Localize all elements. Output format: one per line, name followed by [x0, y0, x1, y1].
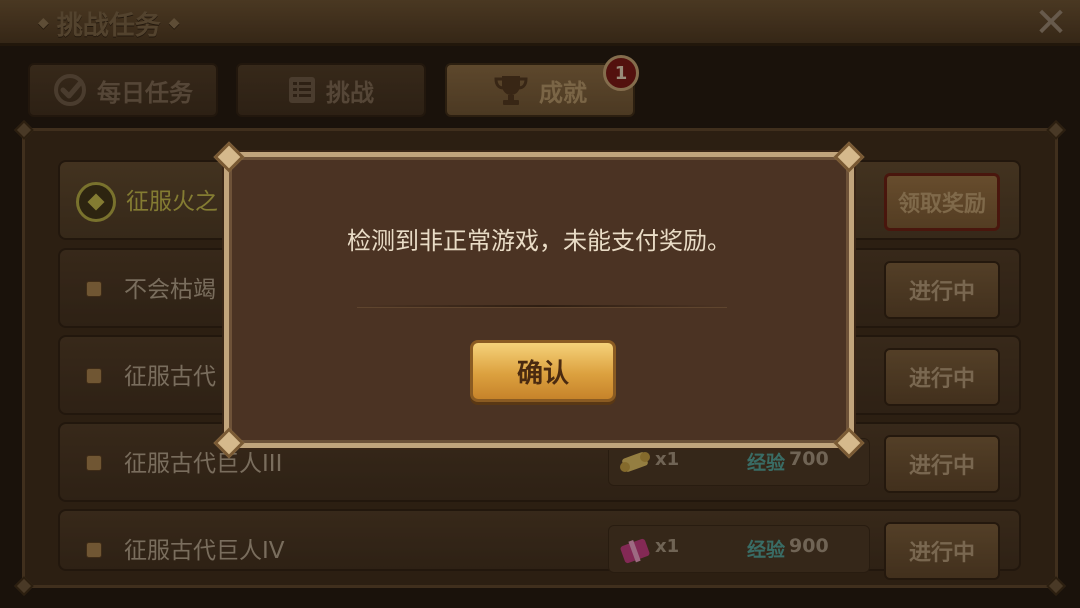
dialog-message: 检测到非正常游戏，未能支付奖励。 — [347, 227, 731, 255]
alert-dialog: 检测到非正常游戏，未能支付奖励。 确认 — [213, 141, 865, 459]
dialog-divider — [357, 305, 727, 307]
confirm-button[interactable]: 确认 — [470, 340, 616, 402]
